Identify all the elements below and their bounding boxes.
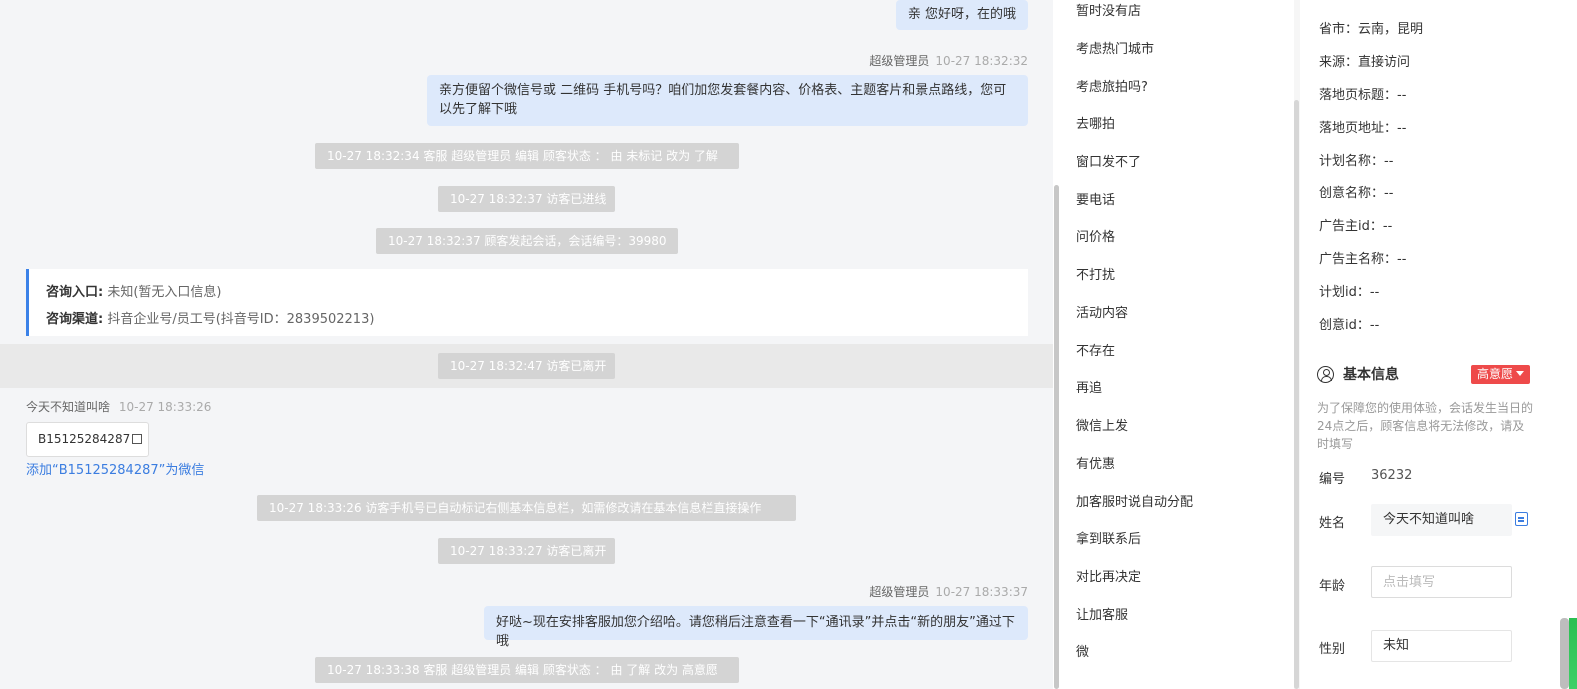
message-text: 亲方便留个微信号或 二维码 手机号吗？咱们加您发套餐内容、价格表、主题客片和景点…	[439, 83, 1007, 117]
message-text: 亲 您好呀，在的哦	[907, 7, 1016, 22]
chat-message-agent: 亲方便留个微信号或 二维码 手机号吗？咱们加您发套餐内容、价格表、主题客片和景点…	[427, 75, 1028, 126]
consult-entry-value: 未知(暂无入口信息)	[107, 285, 222, 300]
consult-channel-value: 抖音企业号/员工号(抖音号ID：2839502213)	[107, 312, 375, 327]
system-message: 10-27 18:32:34 客服 超级管理员 编辑 顾客状态 ： 由 未标记 …	[315, 143, 739, 169]
quick-reply-item[interactable]: 不打扰	[1076, 264, 1115, 283]
basic-info-header: 基本信息	[1317, 364, 1399, 384]
info-row-creative-id: 创意id：--	[1319, 318, 1380, 333]
system-message: 10-27 18:32:37 访客已进线	[438, 186, 615, 212]
copy-icon[interactable]	[132, 434, 143, 444]
quick-reply-item[interactable]: 对比再决定	[1076, 566, 1141, 585]
quick-reply-item[interactable]: 微	[1076, 641, 1089, 660]
info-row-plan-name: 计划名称：--	[1319, 154, 1394, 169]
system-message: 10-27 18:33:27 访客已离开	[438, 538, 615, 564]
quick-reply-item[interactable]: 考虑热门城市	[1076, 38, 1154, 57]
chat-scrollbar[interactable]	[1053, 0, 1061, 689]
basic-info-title: 基本信息	[1343, 367, 1399, 383]
info-row-advertiser-name: 广告主名称：--	[1319, 252, 1407, 267]
quick-reply-item[interactable]: 考虑旅拍吗?	[1076, 76, 1148, 95]
add-wechat-link[interactable]: 添加“B15125284287”为微信	[26, 459, 204, 478]
visitor-phone-text: B15125284287	[38, 432, 131, 446]
quick-reply-item[interactable]: 加客服时说自动分配	[1076, 491, 1193, 510]
quick-reply-list: 暂时没有店 考虑热门城市 考虑旅拍吗? 去哪拍 窗口发不了 要电话 问价格 不打…	[1061, 0, 1294, 689]
visitor-phone-copy-box[interactable]: B15125284287	[26, 422, 149, 457]
intent-dropdown[interactable]: 高意愿	[1471, 365, 1531, 384]
id-value: 36232	[1371, 468, 1413, 483]
quick-reply-item[interactable]: 去哪拍	[1076, 113, 1115, 132]
info-row-plan-id: 计划id：--	[1319, 285, 1380, 300]
quick-reply-item[interactable]: 再追	[1076, 377, 1102, 396]
quick-reply-item[interactable]: 暂时没有店	[1076, 0, 1141, 19]
chat-panel: 亲 您好呀，在的哦 超级管理员 10-27 18:32:32 亲方便留个微信号或 …	[0, 0, 1053, 689]
consult-entry-label: 咨询入口:	[46, 285, 104, 300]
sender-name: 超级管理员	[869, 54, 930, 68]
scrollbar-thumb[interactable]	[1560, 618, 1569, 689]
age-label: 年龄	[1319, 579, 1346, 594]
message-time: 10-27 18:33:26	[118, 400, 212, 414]
quick-reply-item[interactable]: 要电话	[1076, 189, 1115, 208]
caret-down-icon	[1516, 371, 1525, 376]
quick-reply-item[interactable]: 问价格	[1076, 226, 1115, 245]
gender-field[interactable]: 未知	[1371, 630, 1512, 662]
page-scrollbar[interactable]	[1560, 0, 1577, 689]
scrollbar-thumb[interactable]	[1054, 185, 1059, 689]
intent-value: 高意愿	[1477, 367, 1514, 381]
quick-reply-item[interactable]: 活动内容	[1076, 302, 1128, 321]
info-row-advertiser-id: 广告主id：--	[1319, 219, 1393, 234]
system-message: 10-27 18:33:38 客服 超级管理员 编辑 顾客状态 ： 由 了解 改…	[315, 657, 739, 683]
info-row-landing-url: 落地页地址：--	[1319, 121, 1407, 136]
consult-channel-label: 咨询渠道:	[46, 312, 104, 327]
consult-source-card: 咨询入口: 未知(暂无入口信息) 咨询渠道: 抖音企业号/员工号(抖音号ID：2…	[26, 269, 1028, 336]
quick-reply-item[interactable]: 让加客服	[1076, 604, 1128, 623]
name-field[interactable]: 今天不知道叫啥	[1371, 504, 1512, 536]
consult-channel-row: 咨询渠道: 抖音企业号/员工号(抖音号ID：2839502213)	[46, 306, 1028, 333]
scroll-indicator	[1569, 618, 1577, 689]
info-row-region: 省市：云南，昆明	[1319, 22, 1424, 37]
message-meta: 超级管理员 10-27 18:33:37	[869, 583, 1028, 600]
quick-reply-item[interactable]: 拿到联系后	[1076, 528, 1141, 547]
gender-label: 性别	[1319, 642, 1346, 657]
quick-reply-item[interactable]: 窗口发不了	[1076, 151, 1141, 170]
system-message: 10-27 18:32:37 顾客发起会话，会话编号：39980	[376, 228, 678, 254]
id-label: 编号	[1319, 472, 1346, 487]
user-circle-icon	[1317, 365, 1334, 383]
info-row-source: 来源：直接访问	[1319, 55, 1411, 70]
quick-reply-item[interactable]: 有优惠	[1076, 453, 1115, 472]
chat-message-agent: 好哒~现在安排客服加您介绍哈。请您稍后注意查看一下“通讯录”并点击“新的朋友”通…	[484, 606, 1028, 649]
visitor-meta: 今天不知道叫啥 10-27 18:33:26	[26, 398, 211, 415]
system-message: 10-27 18:32:47 访客已离开	[438, 353, 615, 379]
system-message: 10-27 18:33:26 访客手机号已自动标记右侧基本信息栏，如需修改请在基…	[257, 495, 796, 521]
message-time: 10-27 18:32:32	[935, 54, 1028, 68]
message-meta: 超级管理员 10-27 18:32:32	[869, 52, 1028, 69]
visitor-name: 今天不知道叫啥	[26, 400, 111, 414]
message-text: 好哒~现在安排客服加您介绍哈。请您稍后注意查看一下“通讯录”并点击“新的朋友”通…	[496, 615, 1015, 649]
name-label: 姓名	[1319, 516, 1346, 531]
info-row-landing-title: 落地页标题：--	[1319, 88, 1407, 103]
edit-notice: 为了保障您的使用体验，会话发生当日的24点之后，顾客信息将无法修改，请及时填写	[1317, 401, 1534, 451]
sender-name: 超级管理员	[869, 585, 930, 599]
message-time: 10-27 18:33:37	[935, 585, 1028, 599]
scrollbar-thumb[interactable]	[1294, 100, 1299, 689]
age-input[interactable]	[1371, 566, 1512, 598]
consult-entry-row: 咨询入口: 未知(暂无入口信息)	[46, 279, 1028, 306]
info-row-creative-name: 创意名称：--	[1319, 186, 1394, 201]
chat-message-agent: 亲 您好呀，在的哦	[895, 0, 1028, 30]
quick-reply-item[interactable]: 不存在	[1076, 340, 1115, 359]
copy-icon[interactable]	[1515, 512, 1528, 526]
customer-info-panel: 省市：云南，昆明 来源：直接访问 落地页标题：-- 落地页地址：-- 计划名称：…	[1300, 0, 1560, 689]
quick-reply-item[interactable]: 微信上发	[1076, 415, 1128, 434]
